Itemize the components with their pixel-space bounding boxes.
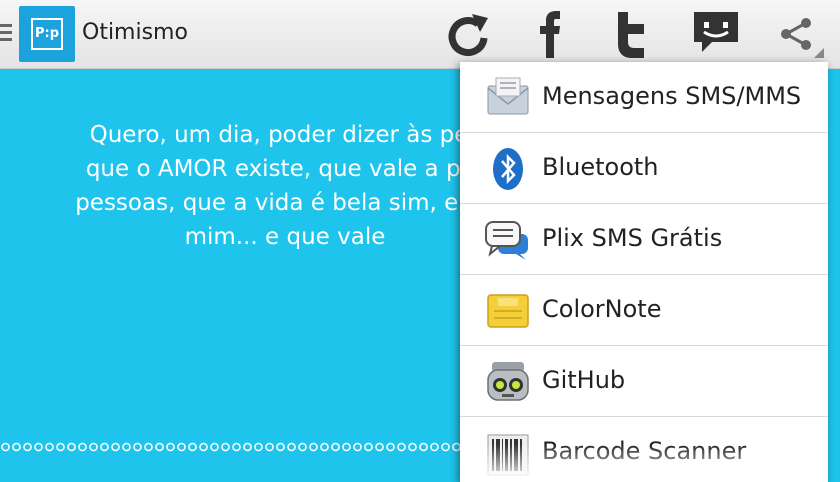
share-item-label: ColorNote xyxy=(542,295,662,323)
facebook-button[interactable] xyxy=(522,8,578,60)
comment-button[interactable] xyxy=(688,8,744,60)
comment-icon xyxy=(694,12,738,52)
hamburger-menu-icon[interactable] xyxy=(0,24,12,45)
action-bar: P:p Otimismo xyxy=(0,0,840,69)
app-logo[interactable]: P:p xyxy=(19,6,75,62)
page-indicator-dots xyxy=(0,441,470,453)
chat-bubbles-icon xyxy=(485,221,528,260)
share-menu-popup: Mensagens SMS/MMS Bluetooth Plix SMS Grá… xyxy=(460,62,828,482)
bluetooth-icon xyxy=(493,148,523,190)
twitter-button[interactable] xyxy=(604,8,660,60)
github-robot-icon xyxy=(487,362,529,401)
refresh-button[interactable] xyxy=(440,8,496,60)
share-item-label: GitHub xyxy=(542,366,626,394)
share-item-label: Plix SMS Grátis xyxy=(542,224,723,252)
share-item-label: Bluetooth xyxy=(542,153,659,181)
note-icon xyxy=(487,294,529,328)
share-item-plix-sms[interactable]: Plix SMS Grátis xyxy=(460,204,828,275)
share-item-bluetooth[interactable]: Bluetooth xyxy=(460,133,828,204)
app-title: Otimismo xyxy=(82,20,188,45)
share-item-colornote[interactable]: ColorNote xyxy=(460,275,828,346)
share-item-github[interactable]: GitHub xyxy=(460,346,828,417)
app-logo-text: P:p xyxy=(31,18,63,50)
share-button[interactable] xyxy=(770,8,826,60)
share-item-label: Mensagens SMS/MMS xyxy=(542,82,802,110)
share-icon xyxy=(781,18,824,58)
facebook-icon xyxy=(540,11,560,58)
scroll-fade xyxy=(460,444,828,482)
share-item-sms[interactable]: Mensagens SMS/MMS xyxy=(460,62,828,133)
twitter-icon xyxy=(618,12,644,58)
refresh-icon xyxy=(448,14,488,57)
envelope-icon xyxy=(487,77,529,115)
